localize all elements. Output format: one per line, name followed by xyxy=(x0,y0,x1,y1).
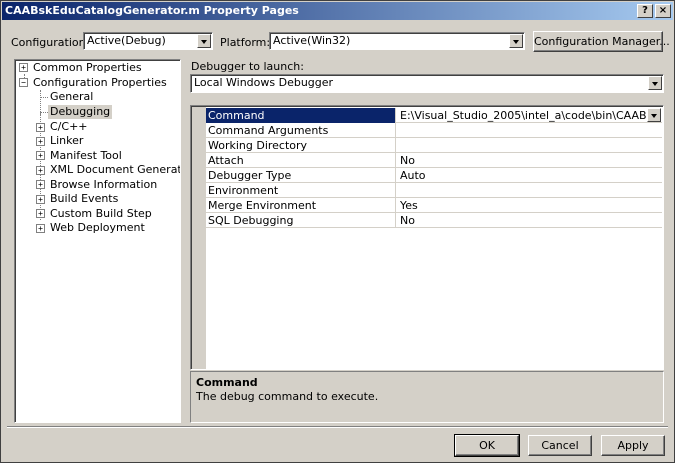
description-title: Command xyxy=(196,376,258,389)
chevron-down-icon[interactable] xyxy=(509,34,523,48)
grid-row-command[interactable]: Command E:\Visual_Studio_2005\intel_a\co… xyxy=(206,108,662,123)
property-value[interactable]: Yes xyxy=(398,198,662,213)
grid-row-sql-debugging[interactable]: SQL Debugging No xyxy=(206,213,662,228)
chevron-down-icon[interactable] xyxy=(197,34,211,48)
property-name: Debugger Type xyxy=(206,168,396,183)
close-icon: × xyxy=(658,5,668,16)
property-name: Environment xyxy=(206,183,396,198)
command-input[interactable]: E:\Visual_Studio_2005\intel_a\code\bin\C… xyxy=(398,108,648,123)
expand-icon[interactable]: + xyxy=(19,63,28,72)
platform-dropdown[interactable]: Active(Win32) xyxy=(269,32,525,50)
expand-icon[interactable]: + xyxy=(36,123,45,132)
property-name: Working Directory xyxy=(206,138,396,153)
debugger-launch-label: Debugger to launch: xyxy=(191,60,304,73)
expand-icon[interactable]: + xyxy=(36,195,45,204)
property-value[interactable] xyxy=(398,138,662,153)
chevron-down-icon[interactable] xyxy=(647,108,661,122)
property-name: SQL Debugging xyxy=(206,213,396,228)
expand-icon[interactable]: + xyxy=(36,137,45,146)
property-value[interactable]: Auto xyxy=(398,168,662,183)
grid-gutter xyxy=(192,107,206,369)
expand-icon[interactable]: + xyxy=(36,166,45,175)
ok-button[interactable]: OK xyxy=(454,434,520,457)
tree-item-debugging[interactable]: Debugging xyxy=(48,105,113,119)
configuration-dropdown[interactable]: Active(Debug) xyxy=(83,32,213,50)
tree-item-linker[interactable]: Linker xyxy=(48,134,85,148)
tree-item-common-properties[interactable]: Common Properties xyxy=(31,61,144,75)
platform-value: Active(Win32) xyxy=(273,34,351,47)
property-grid[interactable]: Command E:\Visual_Studio_2005\intel_a\co… xyxy=(190,105,664,370)
tree-item-xml-document-generator[interactable]: XML Document Generator xyxy=(48,163,180,177)
property-value[interactable]: No xyxy=(398,153,662,168)
tree-item-browse-information[interactable]: Browse Information xyxy=(48,178,159,192)
window-title: CAABskEduCatalogGenerator.m Property Pag… xyxy=(5,4,299,17)
tree-item-web-deployment[interactable]: Web Deployment xyxy=(48,221,147,235)
tree-item-c-cpp[interactable]: C/C++ xyxy=(48,120,90,134)
grid-row-merge-environment[interactable]: Merge Environment Yes xyxy=(206,198,662,213)
property-name: Attach xyxy=(206,153,396,168)
divider xyxy=(7,426,668,428)
grid-row-command-arguments[interactable]: Command Arguments xyxy=(206,123,662,138)
description-panel: Command The debug command to execute. xyxy=(190,371,664,423)
property-tree[interactable]: + Common Properties − Configuration Prop… xyxy=(14,59,181,423)
expand-icon[interactable]: + xyxy=(36,209,45,218)
close-button[interactable]: × xyxy=(655,4,671,18)
tree-item-configuration-properties[interactable]: Configuration Properties xyxy=(31,76,169,90)
grid-row-attach[interactable]: Attach No xyxy=(206,153,662,168)
grid-row-working-directory[interactable]: Working Directory xyxy=(206,138,662,153)
configuration-label: Configuration: xyxy=(11,36,90,49)
property-value[interactable] xyxy=(398,183,662,198)
description-text: The debug command to execute. xyxy=(196,390,379,403)
chevron-down-icon[interactable] xyxy=(648,76,662,90)
platform-label: Platform: xyxy=(220,36,271,49)
expand-icon[interactable]: + xyxy=(36,224,45,233)
collapse-icon[interactable]: − xyxy=(19,78,28,87)
property-name: Merge Environment xyxy=(206,198,396,213)
property-value[interactable]: No xyxy=(398,213,662,228)
debugger-launch-dropdown[interactable]: Local Windows Debugger xyxy=(190,74,664,93)
expand-icon[interactable]: + xyxy=(36,180,45,189)
debugger-launch-value: Local Windows Debugger xyxy=(194,76,334,89)
apply-button[interactable]: Apply xyxy=(601,435,665,456)
configuration-value: Active(Debug) xyxy=(87,34,166,47)
expand-icon[interactable]: + xyxy=(36,151,45,160)
grid-row-environment[interactable]: Environment xyxy=(206,183,662,198)
tree-item-general[interactable]: General xyxy=(48,90,95,104)
tree-item-build-events[interactable]: Build Events xyxy=(48,192,120,206)
property-name: Command xyxy=(206,108,396,123)
help-button[interactable]: ? xyxy=(637,4,653,18)
property-name: Command Arguments xyxy=(206,123,396,138)
cancel-button[interactable]: Cancel xyxy=(528,435,592,456)
help-icon: ? xyxy=(642,5,648,16)
configuration-manager-button[interactable]: Configuration Manager... xyxy=(533,31,670,52)
grid-row-debugger-type[interactable]: Debugger Type Auto xyxy=(206,168,662,183)
property-value[interactable] xyxy=(398,123,662,138)
property-pages-dialog: CAABskEduCatalogGenerator.m Property Pag… xyxy=(0,0,675,463)
title-bar: CAABskEduCatalogGenerator.m Property Pag… xyxy=(2,2,673,20)
tree-item-manifest-tool[interactable]: Manifest Tool xyxy=(48,149,124,163)
tree-item-custom-build-step[interactable]: Custom Build Step xyxy=(48,207,154,221)
